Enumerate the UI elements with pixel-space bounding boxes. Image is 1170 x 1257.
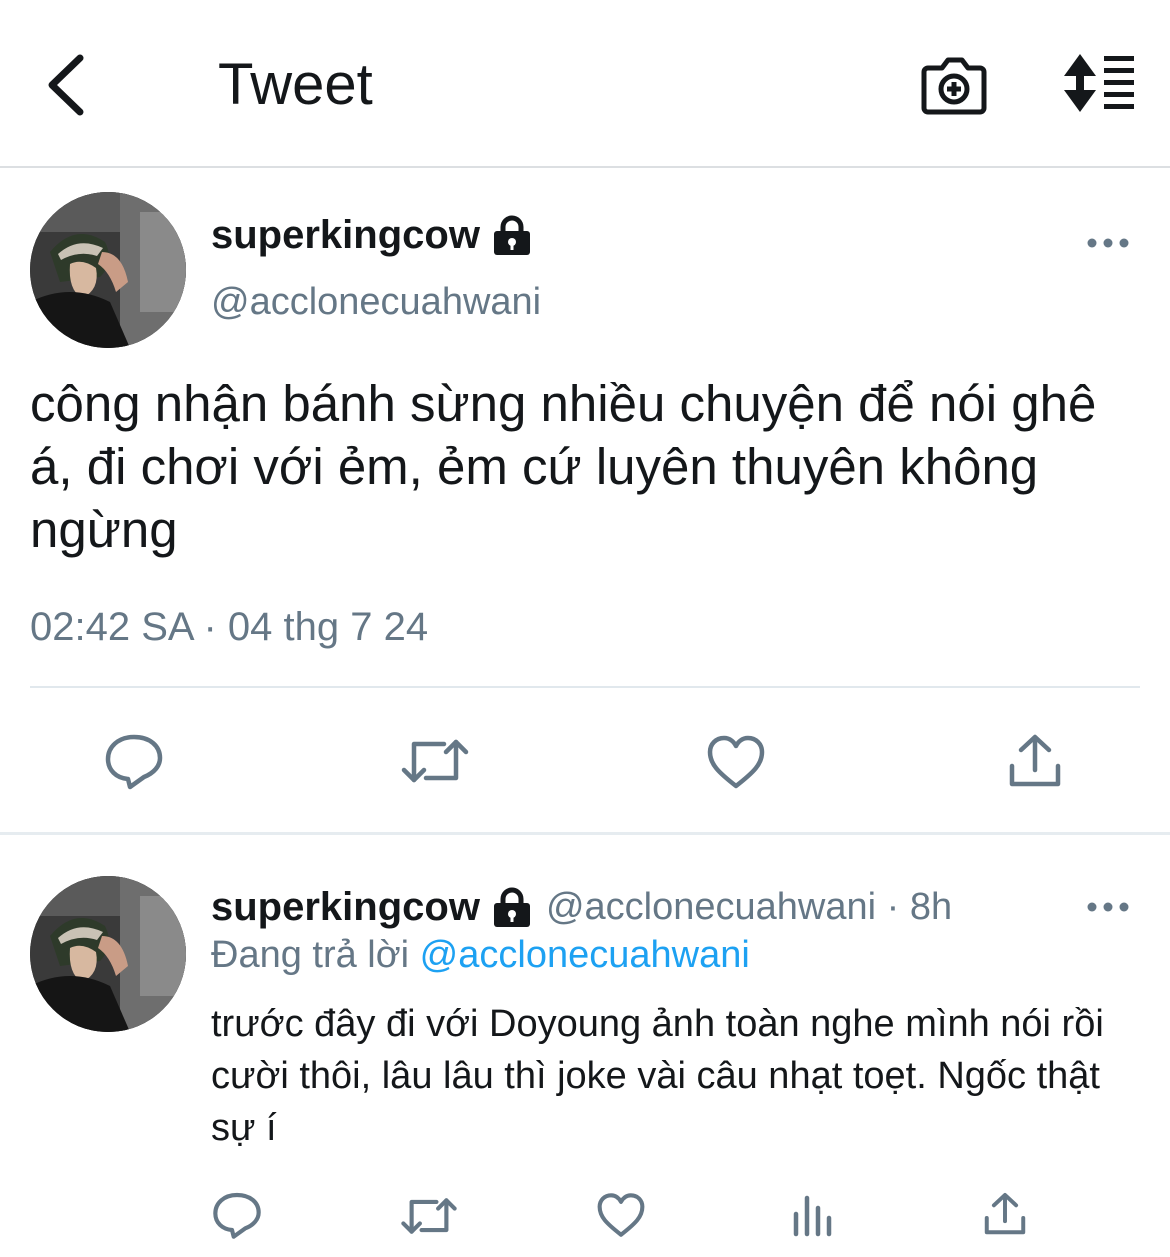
divider (30, 686, 1140, 688)
top-bar: Tweet (0, 0, 1170, 168)
reply-more-options-button[interactable] (1084, 892, 1132, 922)
reply-text: trước đây đi với Doyoung ảnh toàn nghe m… (211, 1003, 1104, 1149)
like-button[interactable] (706, 734, 766, 790)
share-icon (984, 1192, 1026, 1235)
sort-button[interactable] (1058, 50, 1138, 116)
chevron-left-icon (48, 54, 84, 116)
more-icon (1087, 238, 1129, 248)
reply-like-button[interactable] (596, 1192, 646, 1238)
reply-icon (105, 734, 163, 790)
reply-header: superkingcow @acclonecuahwani · 8h (211, 880, 952, 934)
replying-mention-link[interactable]: @acclonecuahwani (420, 934, 750, 976)
reply-reply-button[interactable] (212, 1190, 262, 1240)
analytics-icon (793, 1195, 832, 1237)
display-name[interactable]: superkingcow (211, 208, 532, 262)
avatar[interactable] (30, 192, 186, 348)
lock-icon (493, 887, 530, 927)
reply-share-button[interactable] (982, 1190, 1028, 1238)
page-title: Tweet (218, 52, 373, 117)
retweet-button[interactable] (400, 732, 470, 790)
more-icon (1087, 902, 1129, 912)
retweet-icon (401, 739, 469, 783)
back-button[interactable] (40, 50, 100, 120)
replying-prefix: Đang trả lời (211, 934, 410, 976)
lock-icon (493, 215, 530, 255)
like-icon (707, 735, 765, 789)
reply-icon (213, 1192, 261, 1239)
reply-analytics-button[interactable] (792, 1194, 834, 1238)
camera-button[interactable] (918, 48, 990, 120)
share-icon (1009, 734, 1061, 787)
handle[interactable]: @acclonecuahwani (211, 278, 541, 326)
retweet-icon (401, 1198, 457, 1234)
like-icon (597, 1193, 645, 1237)
display-name-text: superkingcow (211, 213, 480, 257)
reply-handle-time[interactable]: @acclonecuahwani · 8h (546, 880, 952, 934)
section-divider (0, 832, 1170, 835)
replying-to: Đang trả lời @acclonecuahwani (211, 928, 750, 982)
tweet-timestamp[interactable]: 02:42 SA · 04 thg 7 24 (30, 600, 428, 654)
share-button[interactable] (1006, 732, 1064, 790)
more-options-button[interactable] (1084, 228, 1132, 258)
tweet-text: công nhận bánh sừng nhiều chuyện để nói … (30, 375, 1097, 558)
sort-lines-icon (1064, 54, 1134, 112)
reply-avatar[interactable] (30, 876, 186, 1032)
reply-button[interactable] (104, 732, 164, 790)
reply-display-name[interactable]: superkingcow (211, 880, 480, 934)
reply-retweet-button[interactable] (400, 1192, 458, 1240)
camera-plus-icon (921, 57, 987, 115)
